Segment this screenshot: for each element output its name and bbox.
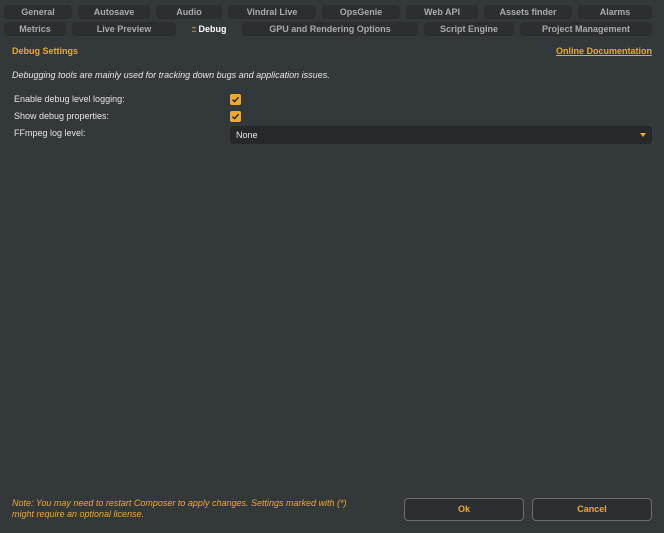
tab-live-preview[interactable]: Live Preview — [72, 22, 176, 36]
restart-note-line-1: Note: You may need to restart Composer t… — [12, 498, 347, 508]
tab-alarms[interactable]: Alarms — [578, 5, 652, 19]
checkmark-icon — [232, 96, 240, 103]
tab-row-2: Metrics Live Preview :: Debug GPU and Ren… — [0, 22, 664, 37]
tab-vindral-live[interactable]: Vindral Live — [228, 5, 316, 19]
tab-script-engine[interactable]: Script Engine — [424, 22, 514, 36]
tab-row-1: General Autosave Audio Vindral Live OpsG… — [0, 5, 664, 20]
online-documentation-link[interactable]: Online Documentation — [556, 46, 652, 56]
restart-note-line-2: might require an optional license. — [12, 509, 145, 519]
tab-debug-label: Debug — [198, 24, 227, 34]
section-description: Debugging tools are mainly used for trac… — [12, 70, 330, 80]
checkmark-icon — [232, 113, 240, 120]
debug-properties-checkbox[interactable] — [230, 111, 241, 122]
debug-logging-label: Enable debug level logging: — [14, 94, 125, 104]
drag-grip-icon: :: — [191, 24, 197, 34]
debug-logging-checkbox[interactable] — [230, 94, 241, 105]
ffmpeg-log-level-select[interactable]: None — [230, 126, 652, 144]
debug-properties-label: Show debug properties: — [14, 111, 110, 121]
ok-button[interactable]: Ok — [404, 498, 524, 521]
tab-audio[interactable]: Audio — [156, 5, 222, 19]
restart-note: Note: You may need to restart Composer t… — [12, 498, 392, 520]
tab-web-api[interactable]: Web API — [406, 5, 478, 19]
cancel-button[interactable]: Cancel — [532, 498, 652, 521]
tab-opsgenie[interactable]: OpsGenie — [322, 5, 400, 19]
tab-project-management[interactable]: Project Management — [520, 22, 652, 36]
tab-assets-finder[interactable]: Assets finder — [484, 5, 572, 19]
section-title: Debug Settings — [12, 46, 79, 56]
tab-gpu-rendering[interactable]: GPU and Rendering Options — [242, 22, 418, 36]
tab-autosave[interactable]: Autosave — [78, 5, 150, 19]
tab-general[interactable]: General — [4, 5, 72, 19]
tab-debug[interactable]: :: Debug — [182, 22, 236, 36]
ffmpeg-log-level-label: FFmpeg log level: — [14, 128, 86, 138]
chevron-down-icon — [640, 133, 646, 137]
tab-metrics[interactable]: Metrics — [4, 22, 66, 36]
ffmpeg-log-level-value: None — [236, 130, 258, 140]
